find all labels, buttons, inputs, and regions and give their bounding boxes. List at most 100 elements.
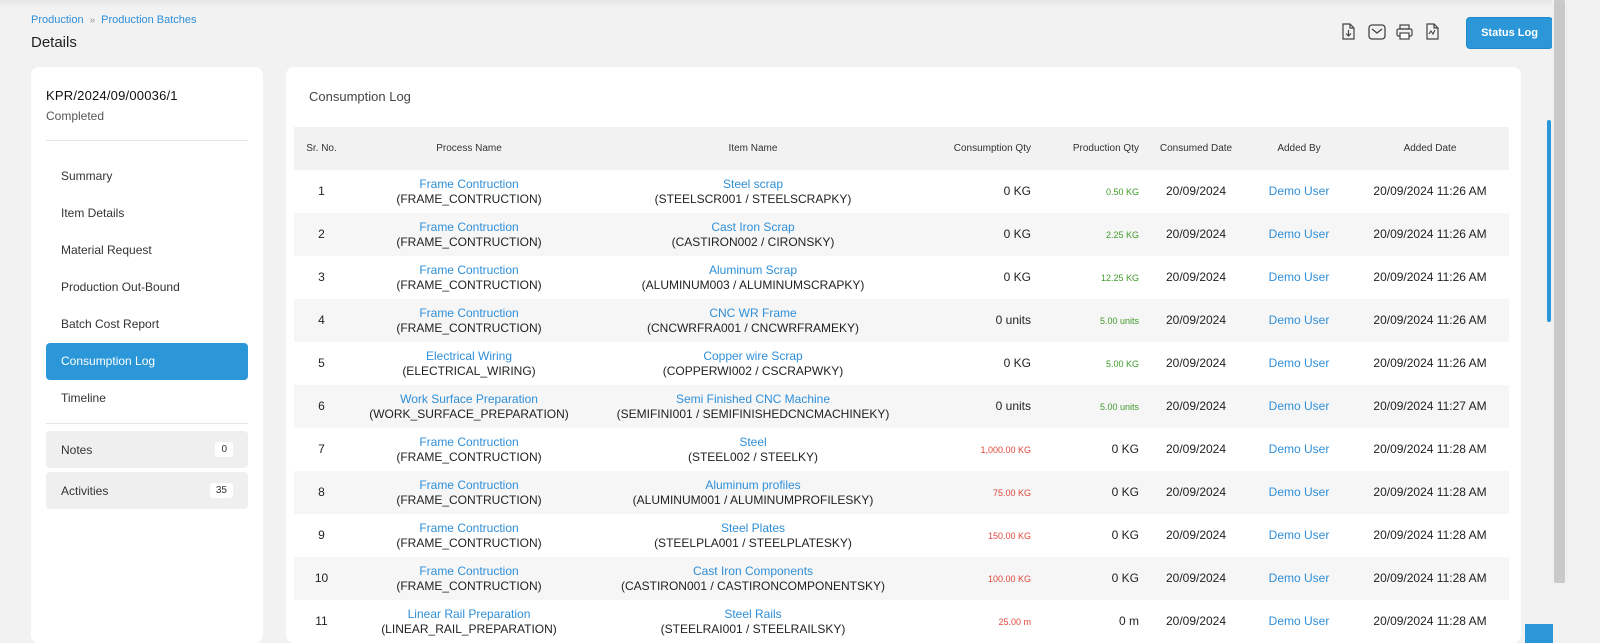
item-link[interactable]: Semi Finished CNC Machine	[589, 392, 917, 407]
cell-added-date: 20/09/2024 11:27 AM	[1351, 385, 1509, 428]
process-code: (FRAME_CONTRUCTION)	[396, 449, 542, 464]
item-link[interactable]: Cast Iron Scrap	[589, 220, 917, 235]
added-by-link[interactable]: Demo User	[1269, 528, 1330, 542]
cell-process: Frame Contruction (FRAME_CONTRUCTION)	[349, 213, 589, 256]
sidebar-item-timeline[interactable]: Timeline	[46, 380, 248, 417]
added-by-link[interactable]: Demo User	[1269, 184, 1330, 198]
cell-sr-no: 10	[294, 557, 349, 600]
added-by-link[interactable]: Demo User	[1269, 614, 1330, 628]
process-link[interactable]: Frame Contruction	[349, 564, 589, 579]
sidebar-item-summary[interactable]: Summary	[46, 158, 248, 195]
consumption-qty: 25.00 m	[998, 616, 1031, 627]
table-scrollbar[interactable]	[1547, 120, 1551, 322]
table-header-row: Sr. No. Process Name Item Name Consumpti…	[294, 127, 1509, 170]
added-by-link[interactable]: Demo User	[1269, 485, 1330, 499]
consumption-qty: 0 KG	[1003, 270, 1031, 284]
sidebar-item-batch-cost-report[interactable]: Batch Cost Report	[46, 306, 248, 343]
cell-item: Steel Rails (STEELRAI001 / STEELRAILSKY)	[589, 600, 917, 643]
pdf-icon[interactable]	[1423, 22, 1442, 41]
item-link[interactable]: Steel Rails	[589, 607, 917, 622]
cell-process: Linear Rail Preparation (LINEAR_RAIL_PREP…	[349, 600, 589, 643]
cell-process: Frame Contruction (FRAME_CONTRUCTION)	[349, 428, 589, 471]
main-panel: Consumption Log Sr. No. Process Name Ite…	[286, 67, 1521, 643]
sidebar-item-production-out-bound[interactable]: Production Out-Bound	[46, 269, 248, 306]
process-link[interactable]: Electrical Wiring	[349, 349, 589, 364]
cell-item: Steel (STEEL002 / STEELKY)	[589, 428, 917, 471]
sidebar-item-consumption-log[interactable]: Consumption Log	[46, 343, 248, 380]
cell-production-qty: 5.00 units	[1037, 299, 1145, 342]
cell-added-date: 20/09/2024 11:26 AM	[1373, 270, 1487, 284]
cell-consumed-date: 20/09/2024	[1145, 299, 1247, 342]
item-link[interactable]: CNC WR Frame	[589, 306, 917, 321]
process-link[interactable]: Frame Contruction	[349, 478, 589, 493]
cell-process: Frame Contruction (FRAME_CONTRUCTION)	[349, 170, 589, 213]
page-title: Details	[31, 34, 77, 51]
consumption-qty: 150.00 KG	[987, 530, 1031, 541]
added-by-link[interactable]: Demo User	[1269, 313, 1330, 327]
print-icon[interactable]	[1395, 22, 1414, 41]
added-by-link[interactable]: Demo User	[1269, 399, 1330, 413]
cell-consumed-date: 20/09/2024	[1145, 213, 1247, 256]
item-link[interactable]: Steel scrap	[589, 177, 917, 192]
file-export-icon[interactable]	[1339, 22, 1358, 41]
item-code: (STEEL002 / STEELKY)	[687, 449, 819, 464]
item-code: (STEELSCR001 / STEELSCRAPKY)	[654, 191, 852, 206]
item-code: (CASTIRON001 / CASTIRONCOMPONENTSKY)	[620, 578, 886, 593]
consumption-qty: 75.00 KG	[992, 487, 1031, 498]
production-qty: 5.00 units	[1099, 401, 1139, 412]
sidebar: KPR/2024/09/00036/1 Completed Summary It…	[31, 67, 263, 643]
added-by-link[interactable]: Demo User	[1269, 270, 1330, 284]
cell-consumed-date: 20/09/2024	[1165, 184, 1227, 198]
process-link[interactable]: Linear Rail Preparation	[349, 607, 589, 622]
added-by-link[interactable]: Demo User	[1269, 356, 1330, 370]
consumption-qty: 1,000.00 KG	[980, 444, 1031, 455]
breadcrumb-production-batches[interactable]: Production Batches	[101, 14, 196, 26]
process-code: (FRAME_CONTRUCTION)	[396, 578, 542, 593]
cell-item: Steel Plates (STEELPLA001 / STEELPLATESKY…	[589, 514, 917, 557]
item-link[interactable]: Aluminum Scrap	[589, 263, 917, 278]
sidebar-item-item-details[interactable]: Item Details	[46, 195, 248, 232]
consumption-qty: 0 units	[995, 399, 1031, 413]
production-qty: 0.50 KG	[1105, 186, 1139, 197]
added-by-link[interactable]: Demo User	[1269, 227, 1330, 241]
top-shadow	[0, 0, 1568, 8]
cell-consumption-qty: 0 units	[917, 299, 1037, 342]
header-item-name: Item Name	[589, 127, 917, 170]
page-scrollbar[interactable]	[1554, 0, 1565, 583]
consumption-qty: 100.00 KG	[987, 573, 1031, 584]
item-code: (STEELRAI001 / STEELRAILSKY)	[660, 621, 846, 636]
table-row: 3 Frame Contruction (FRAME_CONTRUCTION) Alu…	[294, 256, 1509, 299]
added-by-link[interactable]: Demo User	[1269, 442, 1330, 456]
cell-consumed-date: 20/09/2024	[1165, 270, 1227, 284]
sidebar-item-material-request[interactable]: Material Request	[46, 232, 248, 269]
notes-label: Notes	[61, 442, 93, 457]
item-link[interactable]: Copper wire Scrap	[589, 349, 917, 364]
cell-consumed-date: 20/09/2024	[1165, 528, 1227, 542]
sidebar-menu: Summary Item Details Material Request Pr…	[46, 158, 248, 417]
item-link[interactable]: Cast Iron Components	[589, 564, 917, 579]
added-by-link[interactable]: Demo User	[1269, 571, 1330, 585]
cell-item: CNC WR Frame (CNCWRFRA001 / CNCWRFRAMEKY)	[589, 299, 917, 342]
process-link[interactable]: Frame Contruction	[349, 306, 589, 321]
cell-item: Aluminum profiles (ALUMINUM001 / ALUMINUM…	[589, 471, 917, 514]
cell-production-qty: 0 KG	[1037, 428, 1145, 471]
process-link[interactable]: Frame Contruction	[349, 220, 589, 235]
cell-consumed-date: 20/09/2024	[1165, 442, 1227, 456]
item-link[interactable]: Steel	[589, 435, 917, 450]
cell-added-by: Demo User	[1247, 170, 1351, 213]
item-link[interactable]: Steel Plates	[589, 521, 917, 536]
cell-added-by: Demo User	[1247, 299, 1351, 342]
breadcrumb-production[interactable]: Production	[31, 14, 84, 26]
mail-icon[interactable]	[1367, 22, 1386, 41]
process-link[interactable]: Frame Contruction	[349, 435, 589, 450]
activities-card[interactable]: Activities 35	[46, 472, 248, 509]
status-log-button[interactable]: Status Log	[1466, 17, 1553, 49]
corner-button[interactable]	[1525, 624, 1553, 643]
process-link[interactable]: Frame Contruction	[349, 521, 589, 536]
cell-added-by: Demo User	[1247, 514, 1351, 557]
process-link[interactable]: Frame Contruction	[349, 263, 589, 278]
notes-card[interactable]: Notes 0	[46, 431, 248, 468]
item-link[interactable]: Aluminum profiles	[589, 478, 917, 493]
process-link[interactable]: Frame Contruction	[349, 177, 589, 192]
process-link[interactable]: Work Surface Preparation	[349, 392, 589, 407]
